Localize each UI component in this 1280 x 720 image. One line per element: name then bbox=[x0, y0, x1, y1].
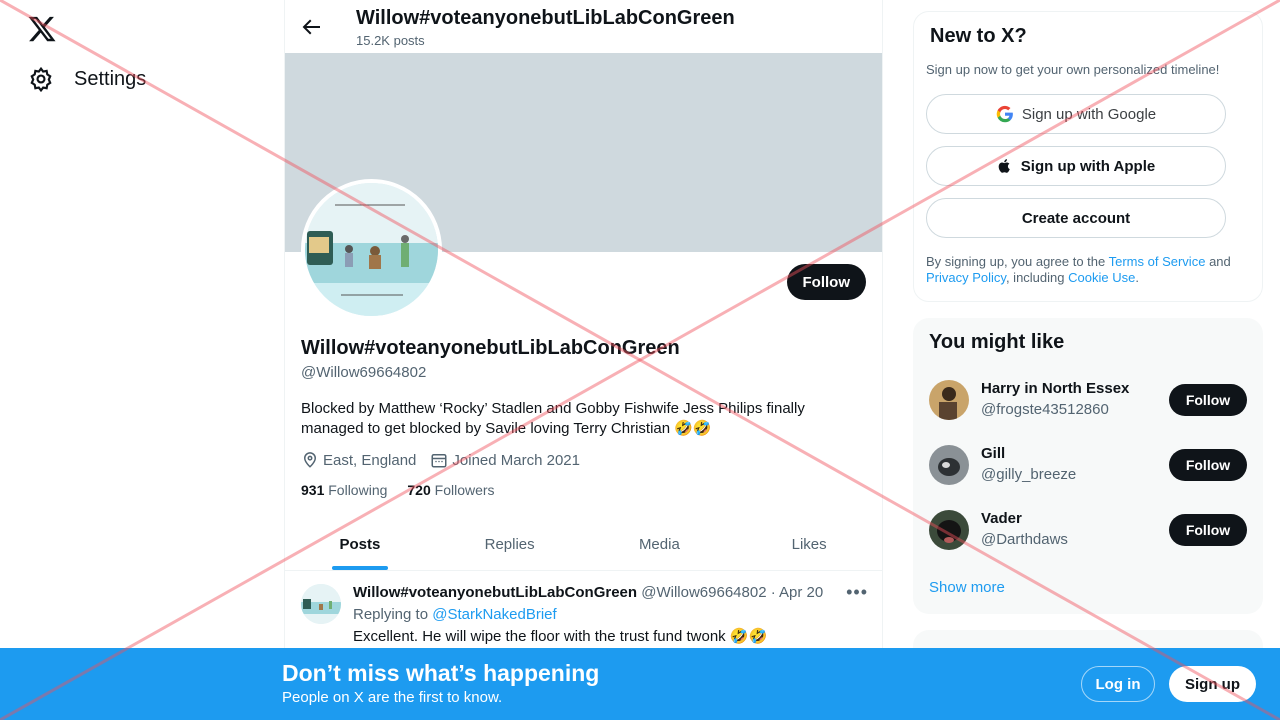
profile-tabs: Posts Replies Media Likes bbox=[285, 518, 882, 571]
apple-signup-button[interactable]: Sign up with Apple bbox=[926, 146, 1226, 186]
left-navigation: Settings bbox=[0, 0, 284, 720]
follow-suggestion-button[interactable]: Follow bbox=[1169, 514, 1247, 546]
suggestion-avatar[interactable] bbox=[929, 510, 969, 550]
google-signup-button[interactable]: Sign up with Google bbox=[926, 94, 1226, 134]
profile-display-name: Willow#voteanyonebutLibLabConGreen bbox=[301, 337, 680, 359]
suggestion-name: Gill bbox=[981, 445, 1006, 462]
settings-label: Settings bbox=[74, 67, 147, 90]
bottom-bar-title: Don’t miss what’s happening bbox=[282, 660, 600, 686]
header-post-count: 15.2K posts bbox=[356, 33, 425, 48]
suggestions-card: You might like Harry in North Essex @fro… bbox=[913, 318, 1263, 614]
bottom-bar-subtitle: People on X are the first to know. bbox=[282, 689, 503, 706]
calendar-icon bbox=[431, 454, 447, 468]
suggestion-avatar-image bbox=[929, 445, 969, 485]
tab-likes[interactable]: Likes bbox=[734, 518, 882, 570]
x-logo-icon[interactable] bbox=[27, 14, 57, 44]
settings-nav-item[interactable]: Settings bbox=[28, 66, 146, 92]
post-author-name[interactable]: Willow#voteanyonebutLibLabConGreen bbox=[353, 584, 637, 601]
profile-meta: East, England Joined March 2021 bbox=[301, 451, 580, 469]
suggestion-item[interactable]: Vader @Darthdaws Follow bbox=[929, 508, 1247, 556]
profile-header-bar: Willow#voteanyonebutLibLabConGreen 15.2K… bbox=[285, 0, 882, 53]
tab-posts[interactable]: Posts bbox=[285, 518, 435, 570]
suggestion-avatar[interactable] bbox=[929, 380, 969, 420]
profile-joined: Joined March 2021 bbox=[430, 451, 580, 469]
more-options-icon[interactable]: ••• bbox=[846, 582, 868, 603]
signup-card-subtitle: Sign up now to get your own personalized… bbox=[926, 62, 1220, 77]
suggestion-name: Harry in North Essex bbox=[981, 380, 1130, 397]
gear-icon bbox=[30, 66, 52, 92]
login-button[interactable]: Log in bbox=[1081, 666, 1155, 702]
profile-avatar[interactable] bbox=[301, 179, 442, 320]
suggestion-item[interactable]: Gill @gilly_breeze Follow bbox=[929, 443, 1247, 491]
suggestion-avatar-image bbox=[929, 380, 969, 420]
profile-bio: Blocked by Matthew ‘Rocky’ Stadlen and G… bbox=[301, 400, 805, 437]
profile-column: Willow#voteanyonebutLibLabConGreen 15.2K… bbox=[284, 0, 883, 720]
create-account-button[interactable]: Create account bbox=[926, 198, 1226, 238]
suggestion-avatar[interactable] bbox=[929, 445, 969, 485]
joined-text: Joined March 2021 bbox=[452, 451, 580, 469]
post-avatar[interactable] bbox=[301, 584, 341, 624]
google-icon bbox=[996, 105, 1013, 123]
post-handle-date: @Willow69664802 · Apr 20 bbox=[641, 584, 824, 601]
follow-counts: 931 Following 720 Followers bbox=[301, 482, 495, 498]
back-arrow-icon[interactable] bbox=[299, 15, 323, 39]
replying-to-link[interactable]: @StarkNakedBrief bbox=[432, 606, 556, 623]
location-text: East, England bbox=[323, 451, 417, 469]
suggestion-handle: @frogste43512860 bbox=[981, 401, 1109, 418]
terms-link[interactable]: Terms of Service bbox=[1109, 254, 1206, 269]
follow-button[interactable]: Follow bbox=[786, 264, 866, 300]
suggestion-name: Vader bbox=[981, 510, 1022, 527]
suggestion-handle: @Darthdaws bbox=[981, 531, 1068, 548]
post-avatar-image bbox=[301, 584, 341, 624]
suggestion-item[interactable]: Harry in North Essex @frogste43512860 Fo… bbox=[929, 378, 1247, 426]
signup-prompt-bar: Don’t miss what’s happening People on X … bbox=[0, 648, 1280, 720]
header-title: Willow#voteanyonebutLibLabConGreen bbox=[356, 7, 735, 29]
following-link[interactable]: 931 Following bbox=[301, 482, 387, 498]
suggestions-title: You might like bbox=[929, 331, 1065, 353]
privacy-link[interactable]: Privacy Policy bbox=[926, 270, 1006, 285]
cookie-link[interactable]: Cookie Use bbox=[1068, 270, 1135, 285]
replying-to: Replying to @StarkNakedBrief bbox=[353, 606, 557, 623]
apple-icon bbox=[998, 159, 1010, 173]
signup-card: New to X? Sign up now to get your own pe… bbox=[913, 11, 1263, 302]
show-more-link[interactable]: Show more bbox=[929, 579, 1005, 596]
post-header: Willow#voteanyonebutLibLabConGreen @Will… bbox=[353, 584, 823, 601]
tab-replies[interactable]: Replies bbox=[435, 518, 585, 570]
follow-suggestion-button[interactable]: Follow bbox=[1169, 449, 1247, 481]
signup-card-title: New to X? bbox=[930, 25, 1027, 47]
profile-location: East, England bbox=[301, 451, 416, 469]
followers-link[interactable]: 720 Followers bbox=[407, 482, 494, 498]
suggestion-avatar-image bbox=[929, 510, 969, 550]
signup-legal-text: By signing up, you agree to the Terms of… bbox=[926, 254, 1231, 285]
tab-media[interactable]: Media bbox=[585, 518, 735, 570]
location-pin-icon bbox=[303, 452, 317, 468]
suggestion-handle: @gilly_breeze bbox=[981, 466, 1077, 483]
follow-suggestion-button[interactable]: Follow bbox=[1169, 384, 1247, 416]
post-text: Excellent. He will wipe the floor with t… bbox=[353, 628, 768, 645]
profile-handle: @Willow69664802 bbox=[301, 364, 427, 381]
signup-button[interactable]: Sign up bbox=[1169, 666, 1256, 702]
avatar-cartoon-image bbox=[305, 183, 438, 316]
